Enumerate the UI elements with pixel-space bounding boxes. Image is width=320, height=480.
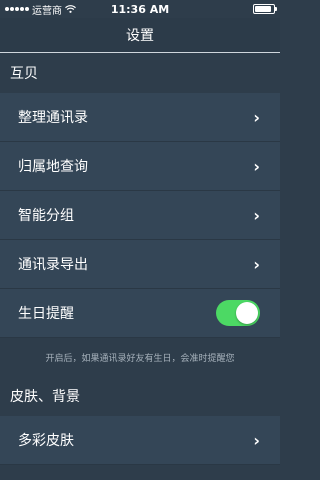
cell-label: 多彩皮肤 [18, 433, 74, 449]
chevron-right-icon: › [253, 107, 260, 127]
cell-colorful-skins[interactable]: 多彩皮肤 › [0, 416, 280, 465]
section-footer-note: 开启后，如果通讯录好友有生日，会准时提醒您 [0, 338, 280, 376]
cell-label: 整理通讯录 [18, 110, 88, 126]
cell-smart-grouping[interactable]: 智能分组 › [0, 191, 280, 240]
chevron-right-icon: › [253, 430, 260, 450]
section-title: 互贝 [10, 66, 38, 82]
chevron-right-icon: › [253, 156, 260, 176]
status-right [253, 4, 277, 14]
cell-location-lookup[interactable]: 归属地查询 › [0, 142, 280, 191]
battery-fill [255, 6, 272, 12]
section-header-skins: 皮肤、背景 [0, 376, 280, 416]
cell-label: 通讯录导出 [18, 257, 88, 273]
birthday-reminder-toggle[interactable] [216, 300, 260, 326]
chevron-right-icon: › [253, 205, 260, 225]
footer-text: 开启后，如果通讯录好友有生日，会准时提醒您 [45, 353, 235, 364]
settings-screen: 运营商 11:36 AM 设置 互贝 整理通讯录 › 归属地查询 › 智能分组 … [0, 0, 280, 480]
nav-bar: 设置 [0, 18, 280, 53]
status-time: 11:36 AM [110, 2, 170, 16]
page-title: 设置 [126, 28, 154, 44]
chevron-right-icon: › [253, 254, 260, 274]
status-bar: 运营商 11:36 AM [0, 0, 280, 18]
cell-label: 归属地查询 [18, 159, 88, 175]
section-header-hubei: 互贝 [0, 53, 280, 93]
cell-label: 智能分组 [18, 208, 74, 224]
battery-icon [253, 4, 277, 14]
section-title: 皮肤、背景 [10, 389, 80, 405]
cell-birthday-reminder: 生日提醒 [0, 289, 280, 338]
cell-label: 生日提醒 [18, 306, 74, 322]
toggle-knob [236, 302, 258, 324]
cell-export-contacts[interactable]: 通讯录导出 › [0, 240, 280, 289]
cell-organize-contacts[interactable]: 整理通讯录 › [0, 93, 280, 142]
